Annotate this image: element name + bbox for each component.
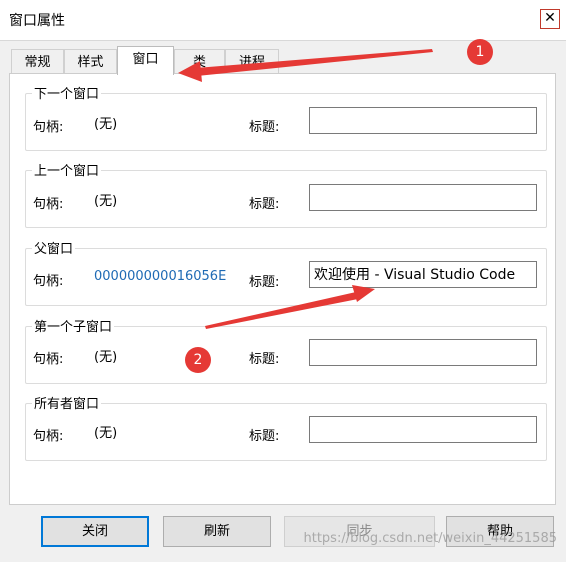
watermark: https://blog.csdn.net/weixin_44251585 — [303, 531, 557, 546]
group-previous-window: 上一个窗口 句柄: (无) 标题: — [25, 160, 547, 228]
title-bar: 窗口属性 ✕ — [0, 0, 566, 40]
group-owner-window: 所有者窗口 句柄: (无) 标题: — [25, 393, 547, 461]
group-next-window: 下一个窗口 句柄: (无) 标题: — [25, 83, 547, 151]
tab-style[interactable]: 样式 — [64, 49, 117, 74]
previous-window-caption-field[interactable] — [309, 184, 537, 211]
close-button[interactable]: 关闭 — [41, 516, 149, 547]
handle-value: (无) — [94, 194, 118, 209]
close-window-button[interactable]: ✕ — [540, 9, 560, 29]
group-title: 上一个窗口 — [32, 160, 102, 179]
first-child-caption-field[interactable] — [309, 339, 537, 366]
handle-value: (无) — [94, 426, 118, 441]
caption-label: 标题: — [249, 429, 280, 444]
handle-label: 句柄: — [33, 429, 64, 444]
group-title: 父窗口 — [32, 238, 76, 257]
handle-value: (无) — [94, 350, 118, 365]
group-title: 所有者窗口 — [32, 393, 102, 412]
handle-value: (无) — [94, 117, 118, 132]
caption-label: 标题: — [249, 275, 280, 290]
handle-label: 句柄: — [33, 274, 64, 289]
handle-label: 句柄: — [33, 120, 64, 135]
annotation-badge-2: 2 — [185, 347, 211, 373]
close-icon: ✕ — [544, 10, 556, 26]
next-window-caption-field[interactable] — [309, 107, 537, 134]
group-title: 第一个子窗口 — [32, 316, 115, 335]
tab-window[interactable]: 窗口 — [117, 46, 174, 75]
parent-handle-link[interactable]: 000000000016056E — [94, 269, 226, 284]
handle-label: 句柄: — [33, 352, 64, 367]
group-first-child-window: 第一个子窗口 句柄: (无) 标题: — [25, 316, 547, 384]
owner-window-caption-field[interactable] — [309, 416, 537, 443]
tab-class[interactable]: 类 — [174, 49, 225, 74]
group-title: 下一个窗口 — [32, 83, 102, 102]
caption-label: 标题: — [249, 197, 280, 212]
tab-process[interactable]: 进程 — [225, 49, 279, 74]
caption-label: 标题: — [249, 120, 280, 135]
window-tab-panel: 下一个窗口 句柄: (无) 标题: 上一个窗口 句柄: (无) 标题: 父窗口 … — [9, 73, 556, 505]
tab-general[interactable]: 常规 — [11, 49, 64, 74]
caption-label: 标题: — [249, 352, 280, 367]
window-title: 窗口属性 — [9, 13, 65, 29]
refresh-button[interactable]: 刷新 — [163, 516, 271, 547]
annotation-badge-1: 1 — [467, 39, 493, 65]
parent-window-caption-field[interactable]: 欢迎使用 - Visual Studio Code — [309, 261, 537, 288]
handle-label: 句柄: — [33, 197, 64, 212]
group-parent-window: 父窗口 句柄: 000000000016056E 标题: 欢迎使用 - Visu… — [25, 238, 547, 306]
